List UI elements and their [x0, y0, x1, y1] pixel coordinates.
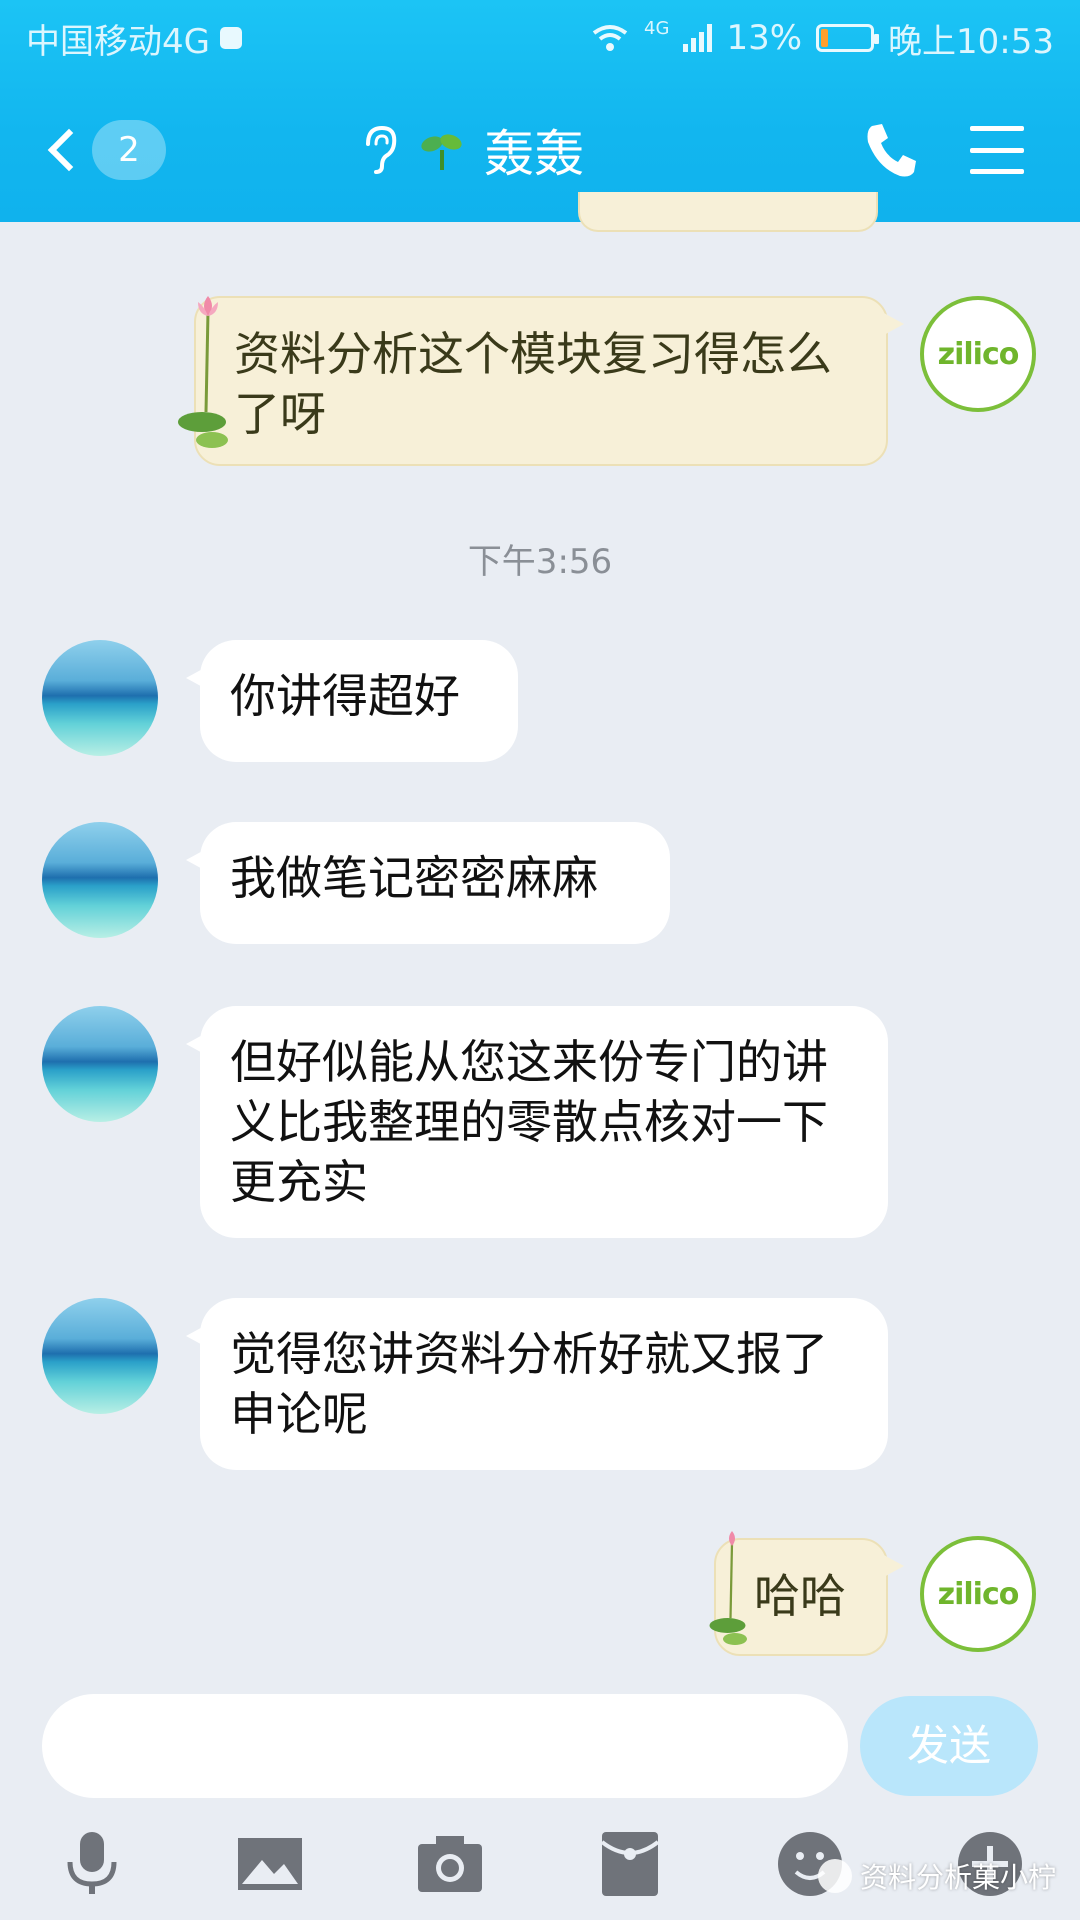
watermark-text: 资料分析菓小柠 — [860, 1861, 1057, 1894]
contact-avatar[interactable] — [42, 1298, 158, 1414]
message-bubble-incoming[interactable]: 你讲得超好 — [186, 640, 518, 762]
image-icon[interactable] — [234, 1828, 306, 1900]
message-bubble-outgoing[interactable]: 资料分析这个模块复习得怎么了呀 — [194, 296, 904, 466]
camera-icon[interactable] — [414, 1828, 486, 1900]
send-button[interactable]: 发送 — [860, 1696, 1038, 1796]
red-packet-icon[interactable] — [594, 1828, 666, 1900]
clock: 晚上10:53 — [888, 21, 1054, 62]
chat-title: 轰轰 — [484, 125, 584, 183]
avatar-logo-text: zilico — [937, 336, 1020, 372]
avatar-logo-text: zilico — [937, 1576, 1020, 1612]
message-text: 哈哈 — [754, 1569, 846, 1623]
message-text: 觉得您讲资料分析好就又报了申论呢 — [230, 1327, 828, 1441]
message-text: 但好似能从您这来份专门的讲义比我整理的零散点核对一下更充实 — [230, 1035, 828, 1209]
message-bubble-incoming[interactable]: 觉得您讲资料分析好就又报了申论呢 — [186, 1298, 888, 1470]
input-area: 发送 — [0, 1682, 1080, 1806]
carrier-label: 中国移动4G — [26, 21, 210, 62]
lotus-decoration-icon — [709, 1531, 747, 1645]
message-text: 资料分析这个模块复习得怎么了呀 — [234, 327, 832, 441]
ear-icon — [366, 125, 397, 174]
message-timestamp: 下午3:56 — [467, 542, 613, 582]
my-avatar[interactable]: zilico — [920, 296, 1036, 412]
battery-percent: 13% — [726, 18, 803, 58]
phone-icon[interactable] — [862, 120, 918, 180]
notification-dot-icon — [219, 27, 242, 49]
header: 中国移动4G 4G 13% 晚上10:53 2 轰轰 — [0, 0, 1080, 222]
message-text: 你讲得超好 — [230, 669, 460, 723]
my-avatar[interactable]: zilico — [920, 1536, 1036, 1652]
menu-icon[interactable] — [970, 126, 1024, 174]
network-badge: 4G — [644, 17, 670, 39]
sprout-icon — [421, 134, 462, 170]
back-button[interactable]: 2 — [40, 114, 170, 186]
wifi-icon — [592, 25, 628, 51]
watermark: 资料分析菓小柠 — [818, 1856, 1056, 1896]
wechat-icon — [818, 1859, 852, 1893]
message-text: 我做笔记密密麻麻 — [230, 851, 598, 905]
chat-area[interactable]: 资料分析这个模块复习得怎么了呀 zilico 下午3:56 你讲得超好 我做笔记… — [0, 192, 1080, 1682]
contact-avatar[interactable] — [42, 1006, 158, 1122]
previous-message-bubble — [578, 192, 878, 232]
back-chevron-icon — [47, 128, 91, 172]
status-bar: 中国移动4G 4G 13% 晚上10:53 — [0, 0, 1080, 76]
lotus-decoration-icon — [178, 296, 228, 448]
microphone-icon[interactable] — [56, 1828, 128, 1900]
contact-avatar[interactable] — [42, 822, 158, 938]
message-bubble-incoming[interactable]: 但好似能从您这来份专门的讲义比我整理的零散点核对一下更充实 — [186, 1006, 888, 1238]
chat-title-area[interactable]: 轰轰 — [360, 120, 584, 183]
signal-icon — [683, 24, 713, 52]
unread-count-badge: 2 — [92, 120, 166, 180]
message-input[interactable] — [42, 1694, 848, 1798]
battery-icon — [816, 24, 880, 52]
nav-bar: 2 轰轰 — [0, 100, 1080, 200]
message-bubble-incoming[interactable]: 我做笔记密密麻麻 — [186, 822, 670, 944]
contact-avatar[interactable] — [42, 640, 158, 756]
